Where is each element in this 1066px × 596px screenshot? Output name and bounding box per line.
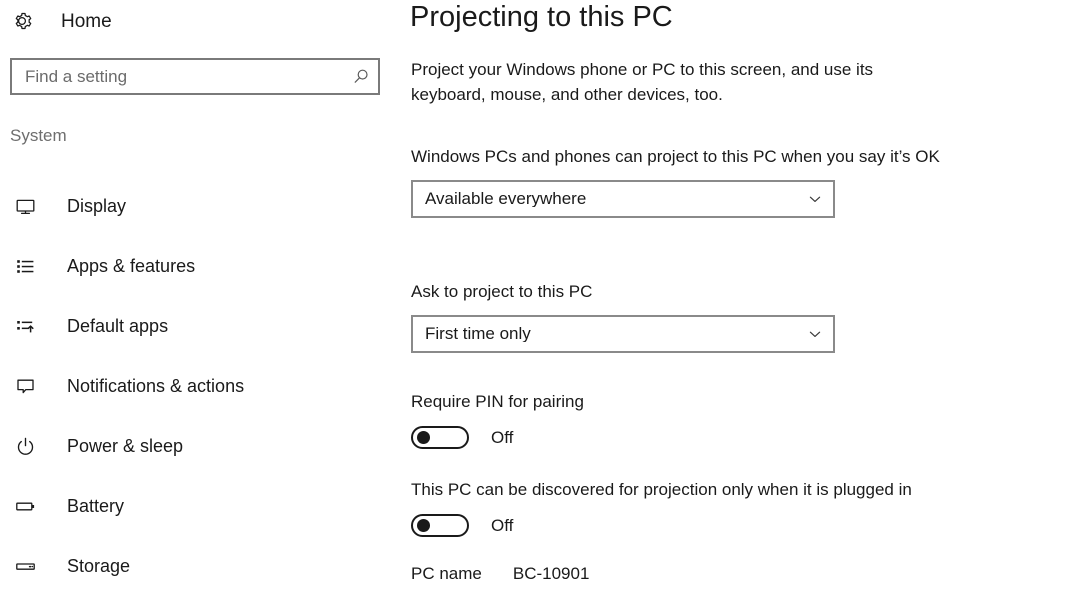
search-box[interactable] [10, 58, 380, 95]
sidebar-item-default-apps[interactable]: Default apps [0, 296, 400, 356]
sidebar-section-header: System [10, 126, 67, 145]
dropdown-selected-value: Available everywhere [425, 190, 587, 208]
chevron-down-icon [797, 317, 833, 351]
plugged-in-toggle[interactable] [411, 513, 469, 537]
sidebar-item-display[interactable]: Display [0, 176, 400, 236]
list-arrow-icon [14, 315, 36, 337]
toggle-state-label: Off [491, 427, 514, 447]
toggle-knob [417, 518, 430, 532]
list-bullet-icon [14, 255, 36, 277]
power-icon [14, 435, 36, 457]
sidebar-item-notifications-actions[interactable]: Notifications & actions [0, 356, 400, 416]
project-permission-dropdown[interactable]: Available everywhere [411, 179, 835, 218]
sidebar-item-power-sleep[interactable]: Power & sleep [0, 416, 400, 476]
setting-label: Ask to project to this PC [411, 282, 593, 301]
setting-ask-to-project: Ask to project to this PC First time onl… [411, 280, 971, 353]
content-pane: Projecting to this PC Project your Windo… [400, 0, 1066, 594]
sidebar-item-label: Power & sleep [67, 436, 184, 456]
hard-drive-icon [14, 555, 36, 577]
page-title: Projecting to this PC [410, 1, 673, 33]
sidebar-item-label: Default apps [67, 316, 169, 336]
toggle-knob [417, 430, 430, 444]
require-pin-toggle-row: Off [411, 425, 971, 449]
sidebar-item-label: Notifications & actions [67, 376, 245, 396]
monitor-icon [14, 195, 36, 217]
toggle-state-label: Off [491, 515, 514, 535]
dropdown-selected-value: First time only [425, 325, 531, 343]
require-pin-toggle[interactable] [411, 425, 469, 449]
chevron-down-icon [797, 182, 833, 216]
setting-pc-name: PC name BC-10901 [411, 565, 971, 582]
setting-require-pin: Require PIN for pairing Off [411, 390, 971, 449]
battery-icon [14, 495, 36, 517]
setting-plugged-in-only: This PC can be discovered for projection… [411, 478, 971, 537]
sidebar: Home System [0, 0, 400, 594]
sidebar-item-home[interactable]: Home [10, 4, 112, 38]
sidebar-item-label: Battery [67, 496, 125, 516]
sidebar-item-label: Display [67, 196, 127, 216]
search-icon[interactable] [344, 60, 378, 93]
page-description: Project your Windows phone or PC to this… [411, 60, 874, 104]
pc-name-value: BC-10901 [512, 564, 590, 583]
plugged-in-toggle-row: Off [411, 513, 971, 537]
setting-project-permission: Windows PCs and phones can project to th… [411, 145, 971, 218]
sidebar-item-battery[interactable]: Battery [0, 476, 400, 536]
sidebar-home-label: Home [61, 10, 112, 32]
setting-label: This PC can be discovered for projection… [411, 480, 912, 499]
sidebar-item-apps-features[interactable]: Apps & features [0, 236, 400, 296]
settings-window: Home System [0, 0, 1066, 594]
gear-icon [10, 9, 40, 33]
sidebar-item-label: Storage [67, 556, 131, 576]
sidebar-nav-list: Display Apps & features Default apps Not… [0, 176, 400, 596]
pc-name-label: PC name [411, 564, 482, 583]
setting-label: Windows PCs and phones can project to th… [411, 147, 940, 166]
ask-to-project-dropdown[interactable]: First time only [411, 314, 835, 353]
speech-bubble-icon [14, 375, 36, 397]
pc-name-row: PC name BC-10901 [411, 565, 971, 582]
setting-label: Require PIN for pairing [411, 392, 584, 411]
search-input[interactable] [12, 60, 344, 93]
sidebar-item-storage[interactable]: Storage [0, 536, 400, 596]
sidebar-item-label: Apps & features [67, 256, 196, 276]
